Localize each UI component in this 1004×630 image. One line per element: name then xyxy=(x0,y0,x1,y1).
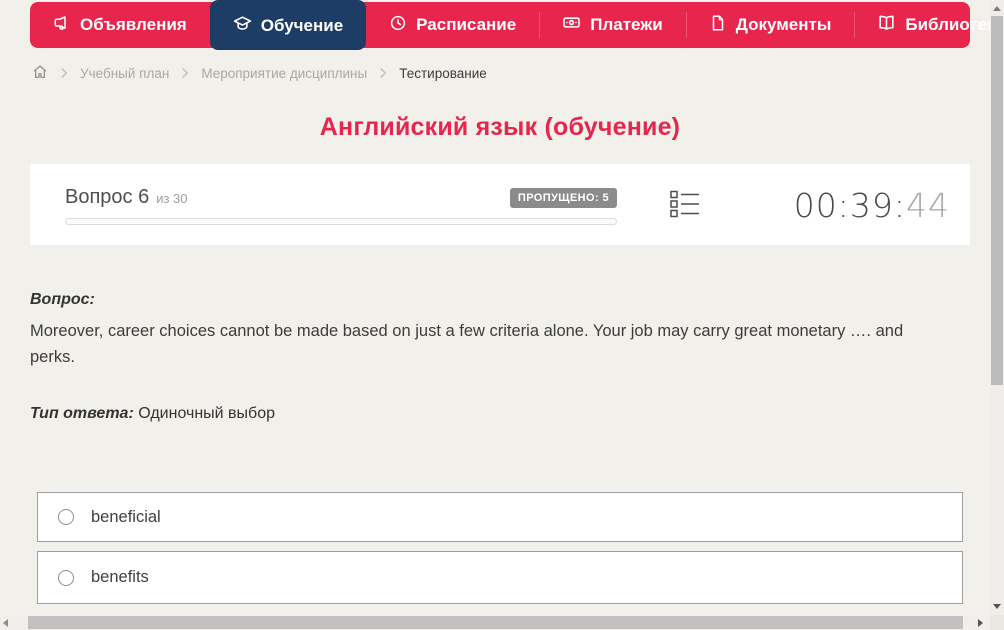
option-label: benefits xyxy=(91,568,149,586)
main-navigation: Объявления Обучение Расписание Платежи Д… xyxy=(30,0,1004,50)
nav-item-label: Платежи xyxy=(590,15,663,34)
breadcrumb-chevron-icon xyxy=(59,67,69,79)
nav-item-payments[interactable]: Платежи xyxy=(539,2,686,48)
question-block: Вопрос: Moreover, career choices cannot … xyxy=(30,291,952,423)
breadcrumb-discipline-event[interactable]: Мероприятие дисциплины xyxy=(201,66,367,81)
banknote-icon xyxy=(562,13,581,37)
skipped-badge: ПРОПУЩЕНО: 5 xyxy=(509,187,617,208)
nav-item-documents[interactable]: Документы xyxy=(685,2,855,48)
option-label: beneficial xyxy=(91,507,161,526)
radio-button-icon[interactable] xyxy=(58,509,74,525)
nav-item-announcements[interactable]: Объявления xyxy=(30,2,210,48)
horizontal-scrollbar-thumb[interactable] xyxy=(28,616,963,629)
document-icon xyxy=(709,14,727,37)
scroll-right-arrow-icon[interactable] xyxy=(978,619,983,627)
timer: 00:39:44 xyxy=(794,186,950,225)
home-icon[interactable] xyxy=(32,64,48,83)
question-list-icon[interactable] xyxy=(670,190,702,220)
answer-options: beneficial benefits xyxy=(37,492,963,604)
nav-item-learning[interactable]: Обучение xyxy=(209,0,367,50)
page-title: Английский язык (обучение) xyxy=(319,113,681,141)
breadcrumb-chevron-icon xyxy=(180,67,190,79)
radio-button-icon[interactable] xyxy=(58,569,74,586)
nav-item-label: Расписание xyxy=(416,15,517,34)
breadcrumb: Учебный план Мероприятие дисциплины Тест… xyxy=(32,63,487,83)
nav-item-label: Объявления xyxy=(80,15,187,34)
answer-option-beneficial[interactable]: beneficial xyxy=(37,492,963,542)
nav-item-label: Документы xyxy=(735,15,832,34)
question-text: Moreover, career choices cannot be made … xyxy=(30,322,904,366)
quiz-header-card: Вопрос 6 из 30 ПРОПУЩЕНО: 5 00:39:44 xyxy=(30,164,970,245)
nav-item-library[interactable]: Библиотека xyxy=(854,2,1004,48)
megaphone-icon xyxy=(53,14,71,37)
breadcrumb-chevron-icon xyxy=(378,67,388,79)
timer-seconds: 44 xyxy=(906,186,950,225)
timer-main: 00:39: xyxy=(793,186,906,225)
vertical-scrollbar-thumb[interactable] xyxy=(991,16,1003,385)
scroll-up-arrow-icon[interactable] xyxy=(993,6,1001,11)
nav-item-schedule[interactable]: Расписание xyxy=(366,2,539,48)
breadcrumb-testing: Тестирование xyxy=(399,65,487,81)
clock-icon xyxy=(389,14,407,37)
question-progress-area: Вопрос 6 из 30 ПРОПУЩЕНО: 5 xyxy=(65,186,617,225)
answer-type-value: Одиночный выбор xyxy=(138,405,275,422)
graduation-cap-icon xyxy=(233,14,252,38)
question-total: из 30 xyxy=(156,191,188,206)
scroll-left-arrow-icon[interactable] xyxy=(3,619,8,627)
horizontal-scrollbar[interactable] xyxy=(0,615,990,630)
progress-bar xyxy=(65,218,617,225)
scrollbar-corner xyxy=(990,615,1004,630)
nav-item-label: Обучение xyxy=(260,16,344,35)
breadcrumb-curriculum[interactable]: Учебный план xyxy=(80,66,169,81)
question-prefix: Вопрос: xyxy=(30,291,95,308)
open-book-icon xyxy=(877,13,896,37)
answer-option-benefits[interactable]: benefits xyxy=(37,551,963,604)
answer-type-row: Тип ответа: Одиночный выбор xyxy=(30,405,952,423)
scroll-down-arrow-icon[interactable] xyxy=(993,604,1001,609)
question-number: Вопрос 6 xyxy=(65,186,150,208)
vertical-scrollbar[interactable] xyxy=(990,0,1004,615)
answer-type-label: Тип ответа: xyxy=(30,405,134,422)
quiz-page: Объявления Обучение Расписание Платежи Д… xyxy=(0,0,1004,630)
